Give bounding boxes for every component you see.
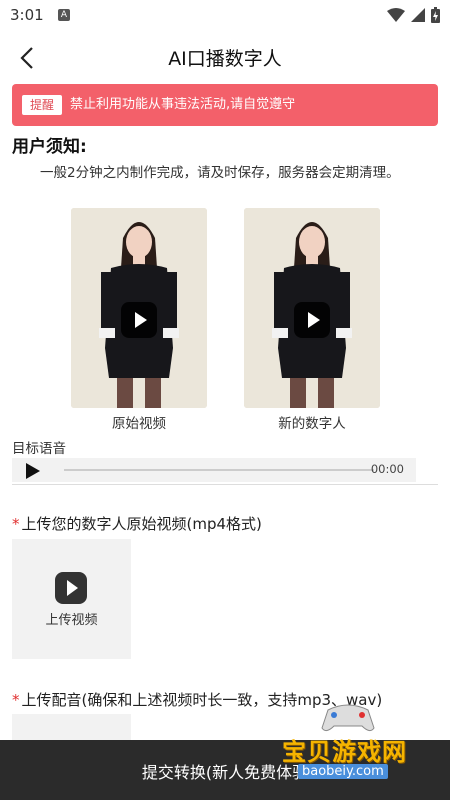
audio-time: 00:00 bbox=[370, 462, 404, 476]
play-video-button[interactable] bbox=[294, 302, 330, 338]
warning-banner: 提醒 禁止利用功能从事违法活动,请自觉遵守 bbox=[12, 84, 438, 126]
warning-tag: 提醒 bbox=[22, 95, 62, 115]
required-mark: * bbox=[12, 515, 20, 533]
upload-video-button[interactable]: 上传视频 bbox=[12, 539, 131, 659]
divider bbox=[12, 484, 438, 485]
status-time: 3:01 bbox=[10, 6, 44, 24]
app-header: AI口播数字人 bbox=[0, 36, 450, 80]
target-audio-label: 目标语音 bbox=[12, 441, 66, 457]
warning-message: 禁止利用功能从事违法活动,请自觉遵守 bbox=[70, 97, 296, 112]
notification-app-icon: A bbox=[58, 9, 70, 21]
battery-icon bbox=[431, 7, 440, 23]
watermark-name: 宝贝游戏网 bbox=[282, 738, 407, 766]
notice-body: 一般2分钟之内制作完成，请及时保存，服务器会定期清理。 bbox=[40, 165, 400, 181]
wifi-icon bbox=[387, 8, 405, 22]
page-title: AI口播数字人 bbox=[168, 48, 282, 70]
signal-icon bbox=[411, 8, 425, 22]
gamepad-icon bbox=[321, 704, 375, 732]
audio-play-icon[interactable] bbox=[26, 463, 40, 479]
audio-progress-track[interactable] bbox=[64, 469, 374, 471]
new-digital-human-thumbnail[interactable] bbox=[244, 208, 380, 408]
notice-title: 用户须知: bbox=[12, 137, 87, 157]
play-video-button[interactable] bbox=[121, 302, 157, 338]
site-watermark-logo: 宝贝游戏网 baobeiy.com bbox=[276, 700, 446, 796]
watermark-url: baobeiy.com bbox=[298, 764, 388, 779]
video-play-icon bbox=[55, 572, 87, 604]
upload-video-label: * 上传您的数字人原始视频(mp4格式) bbox=[12, 513, 262, 534]
status-bar: 3:01 A bbox=[0, 0, 450, 30]
audio-player: 00:00 bbox=[12, 458, 416, 482]
upload-video-label-text: 上传您的数字人原始视频(mp4格式) bbox=[21, 515, 262, 533]
original-video-thumbnail[interactable] bbox=[71, 208, 207, 408]
upload-video-button-text: 上传视频 bbox=[45, 613, 98, 628]
new-digital-human-label: 新的数字人 bbox=[278, 416, 346, 432]
required-mark: * bbox=[12, 691, 20, 709]
original-video-label: 原始视频 bbox=[112, 416, 166, 432]
